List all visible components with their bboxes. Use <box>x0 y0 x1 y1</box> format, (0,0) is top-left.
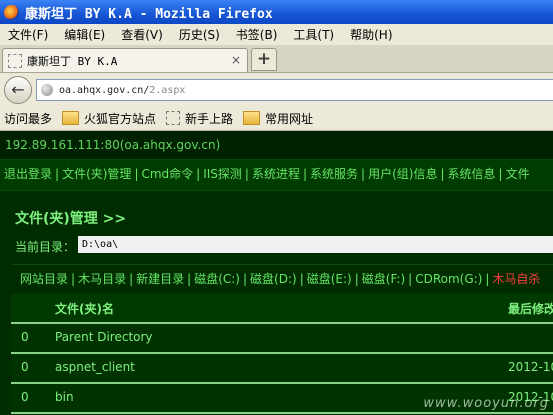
nav-separator: | <box>361 167 366 181</box>
link-drive-e[interactable]: 磁盘(E:) <box>307 272 352 286</box>
column-header-name: 文件(夹)名 <box>55 302 114 316</box>
menu-help[interactable]: 帮助(H) <box>342 26 400 43</box>
menu-view[interactable]: 查看(V) <box>113 26 171 43</box>
page-favicon-icon <box>8 53 22 68</box>
drive-separator: | <box>187 272 192 286</box>
table-header-row: 文件(夹)名 最后修改 <box>11 294 553 324</box>
drive-separator: | <box>71 272 76 286</box>
nav-separator: | <box>498 167 503 181</box>
nav-services[interactable]: 系统服务 <box>310 167 358 181</box>
nav-separator: | <box>440 167 445 181</box>
nav-processes[interactable]: 系统进程 <box>252 167 300 181</box>
folder-icon <box>243 111 261 125</box>
current-dir-label: 当前目录： <box>15 240 76 254</box>
window-title: 康斯坦丁 BY K.A - Mozilla Firefox <box>25 6 273 22</box>
drive-separator: | <box>129 272 134 286</box>
link-self-delete[interactable]: 木马自杀 <box>492 272 540 286</box>
nav-separator: | <box>196 167 201 181</box>
menu-bar: 文件(F) 编辑(E) 查看(V) 历史(S) 书签(B) 工具(T) 帮助(H… <box>0 24 553 45</box>
window-titlebar: 康斯坦丁 BY K.A - Mozilla Firefox <box>0 0 553 24</box>
back-arrow-icon: ← <box>11 80 25 99</box>
watermark: www.wooyun.org <box>423 396 549 411</box>
new-tab-button[interactable]: + <box>251 48 277 71</box>
nav-sysinfo[interactable]: 系统信息 <box>448 167 496 181</box>
url-host: oa.ahqx.gov.cn/ <box>59 84 150 96</box>
drive-separator: | <box>408 272 413 286</box>
address-bar[interactable]: oa.ahqx.gov.cn/2.aspx <box>36 79 553 101</box>
nav-separator: | <box>302 167 308 181</box>
folder-link[interactable]: aspnet_client <box>55 360 135 374</box>
folder-marker-icon: 0 <box>21 330 29 344</box>
drive-separator: | <box>354 272 359 286</box>
nav-file[interactable]: 文件 <box>506 167 530 181</box>
table-row: 0 aspnet_client 2012-10 <box>11 354 553 384</box>
tab-title: 康斯坦丁 BY K.A <box>27 54 118 68</box>
folder-link[interactable]: bin <box>55 390 74 404</box>
bookmarks-toolbar: 访问最多 火狐官方站点 新手上路 常用网址 <box>0 106 553 249</box>
tab-strip: 康斯坦丁 BY K.A × + <box>0 45 553 73</box>
bookmark-common-sites[interactable]: 常用网址 <box>243 110 313 127</box>
drive-links: 网站目录 | 木马目录 | 新建目录 | 磁盘(C:) | 磁盘(D:) | 磁盘(E:) | 磁盘(F… <box>11 264 553 295</box>
nav-file-manager[interactable]: 文件(夹)管理 <box>62 167 131 181</box>
bookmark-firefox-site[interactable]: 火狐官方站点 <box>62 110 156 127</box>
menu-tools[interactable]: 工具(T) <box>285 26 342 43</box>
address-url[interactable]: oa.ahqx.gov.cn/2.aspx <box>59 85 185 96</box>
link-drive-d[interactable]: 磁盘(D:) <box>250 272 297 286</box>
nav-iis[interactable]: IIS探测 <box>203 167 242 181</box>
file-manager-section: 文件(夹)管理 >> 当前目录： D:\oa\ 网站目录 | 木马目录 | 新建目录 | 磁… <box>0 191 553 415</box>
tab-active[interactable]: 康斯坦丁 BY K.A × <box>2 48 248 72</box>
navigation-toolbar: ← oa.ahqx.gov.cn/2.aspx <box>0 73 553 106</box>
folder-icon <box>62 111 80 125</box>
table-row: 0 Parent Directory <box>11 324 553 354</box>
nav-separator: | <box>244 167 249 181</box>
bookmark-label: 火狐官方站点 <box>84 111 157 126</box>
nav-users[interactable]: 用户(组)信息 <box>368 167 437 181</box>
link-drive-f[interactable]: 磁盘(F:) <box>362 272 405 286</box>
link-cdrom-g[interactable]: CDRom(G:) <box>415 272 482 286</box>
drive-separator: | <box>242 272 248 286</box>
bookmark-label: 访问最多 <box>4 111 53 126</box>
globe-icon <box>41 84 53 96</box>
url-path: 2.aspx <box>149 84 186 96</box>
menu-history[interactable]: 历史(S) <box>171 26 228 43</box>
bookmark-label: 新手上路 <box>185 111 234 126</box>
menu-bookmarks[interactable]: 书签(B) <box>228 26 286 43</box>
menu-file[interactable]: 文件(F) <box>0 26 56 43</box>
current-dir-input[interactable]: D:\oa\ <box>78 236 553 253</box>
drive-separator: | <box>485 272 490 286</box>
nav-logout[interactable]: 退出登录 <box>4 167 52 181</box>
page-content: 192.89.161.111:80(oa.ahqx.gov.cn) 退出登录 | 文… <box>0 131 553 415</box>
back-button[interactable]: ← <box>4 76 32 104</box>
folder-link[interactable]: Parent Directory <box>55 330 153 344</box>
column-header-date: 最后修改 <box>508 302 553 316</box>
section-heading: 文件(夹)管理 >> <box>15 211 127 227</box>
link-drive-c[interactable]: 磁盘(C:) <box>194 272 240 286</box>
menu-edit[interactable]: 编辑(E) <box>56 26 113 43</box>
link-web-dir[interactable]: 网站目录 <box>20 272 68 286</box>
nav-cmd[interactable]: Cmd命令 <box>141 167 193 181</box>
bookmark-most-visited[interactable]: 访问最多 <box>0 110 53 249</box>
tab-close-icon[interactable]: × <box>231 53 241 67</box>
nav-separator: | <box>55 167 60 181</box>
host-info: 192.89.161.111:80(oa.ahqx.gov.cn) <box>0 131 553 160</box>
modified-date: 2012-10 <box>508 360 553 374</box>
bookmark-getting-started[interactable]: 新手上路 <box>166 110 233 127</box>
top-nav-links: 退出登录 | 文件(夹)管理 | Cmd命令 | IIS探测 | 系统进程 | 系统服务 | 用户(组)… <box>0 160 553 191</box>
drive-separator: | <box>299 272 304 286</box>
link-new-dir[interactable]: 新建目录 <box>136 272 184 286</box>
page-icon <box>166 111 181 125</box>
folder-marker-icon: 0 <box>21 390 29 404</box>
bookmark-label: 常用网址 <box>265 111 314 126</box>
folder-marker-icon: 0 <box>21 360 29 374</box>
firefox-logo-icon <box>4 4 19 20</box>
link-trojan-dir[interactable]: 木马目录 <box>78 272 126 286</box>
nav-separator: | <box>134 167 139 181</box>
